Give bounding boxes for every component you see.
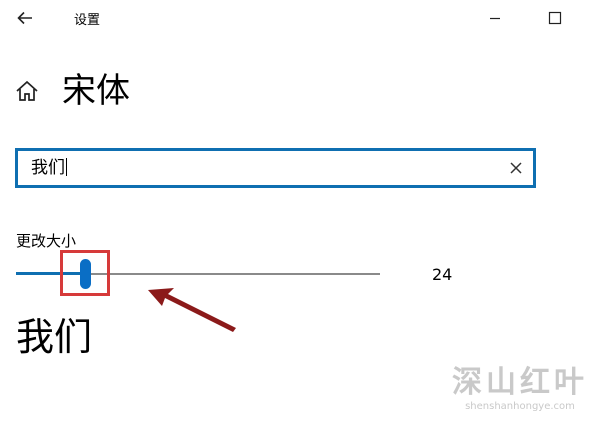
watermark-logo-text: 深山红叶 — [452, 365, 588, 400]
text-caret — [66, 158, 67, 176]
clear-icon — [510, 162, 522, 174]
font-search-input[interactable]: 我们 — [15, 148, 536, 188]
size-value: 24 — [432, 265, 453, 284]
back-arrow-icon — [17, 11, 32, 25]
search-input-value: 我们 — [31, 158, 65, 178]
page-title: 宋体 — [62, 71, 130, 111]
clear-button[interactable] — [507, 159, 525, 177]
window-title: 设置 — [74, 13, 101, 28]
font-preview-text: 我们 — [16, 315, 93, 359]
home-button[interactable] — [14, 78, 40, 104]
annotation-arrow — [148, 288, 236, 332]
maximize-icon — [548, 11, 562, 25]
back-button[interactable] — [12, 4, 40, 32]
slider-track[interactable] — [85, 273, 380, 275]
home-icon — [16, 80, 38, 101]
watermark-url: shenshanhongye.com — [465, 401, 575, 412]
title-bar: 设置 — [0, 0, 600, 36]
maximize-button[interactable] — [541, 4, 569, 32]
size-label: 更改大小 — [16, 232, 77, 250]
minimize-icon — [490, 17, 500, 20]
slider-thumb[interactable] — [80, 259, 92, 289]
watermark-logo: 深山红叶 shenshanhongye.com — [450, 366, 590, 414]
minimize-button[interactable] — [481, 4, 509, 32]
